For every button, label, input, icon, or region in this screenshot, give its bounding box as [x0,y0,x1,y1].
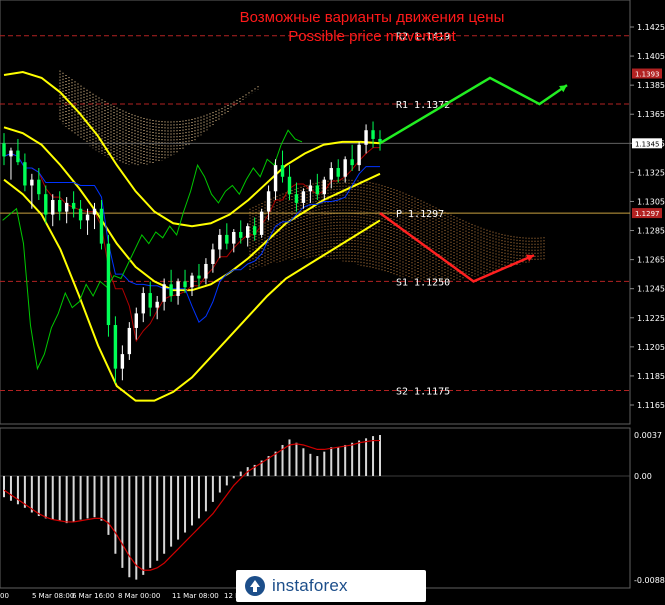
title-ru: Возможные варианты движения цены [240,9,505,26]
candle-body [252,226,257,235]
price-chart: R2 1.1419R1 1.1372P 1.1297S1 1.1250S2 1.… [0,0,665,600]
candle-body [225,234,229,244]
candle-body [315,185,320,195]
time-tick-label: 5 Mar 08:00 [32,592,74,600]
candle-body [134,313,138,328]
instaforex-logo-icon [245,576,265,596]
candle-body [301,191,306,203]
candle-body [336,168,340,177]
candle-body [343,159,347,177]
candle-body [357,144,361,166]
candle-body [106,243,111,326]
price-tick-label: 1.1305 [637,197,665,206]
candle-body [155,301,159,308]
time-axis: 00 5 Mar 08:006 Mar 16:00 8 Mar 00:00 11 Ma… [0,592,245,600]
candle-body [259,211,264,235]
candle-body [211,249,215,264]
price-tick-label: 1.1165 [637,401,665,410]
candle-body [78,208,83,221]
price-highlight-label: 1.1297 [635,210,660,218]
candle-body [232,231,236,244]
candle-body [16,150,20,163]
time-tick-label: 00 [0,592,9,600]
candle-body [64,202,69,212]
instaforex-logo: instaforex [236,570,426,602]
candle-body [294,194,299,203]
price-highlight-label: 1.1393 [635,71,660,79]
candle-body [92,208,97,215]
candle-body [44,194,48,215]
candle-body [197,275,201,279]
price-tick-label: 1.1385 [637,81,665,90]
candle-body [58,200,62,212]
candle-body [183,281,187,288]
candle-body [85,214,90,221]
candle-body [30,179,34,186]
candle-body [23,162,27,186]
candle-body [141,293,145,314]
level-label-p: P 1.1297 [396,209,444,220]
candle-body [37,179,41,195]
candle-body [266,191,271,212]
title-en: Possible price movement [288,28,456,45]
price-tick-label: 1.1285 [637,227,665,236]
candle-body [113,325,118,369]
oscillator-tick-label: -0.00883 [634,576,665,585]
candle-body [51,200,55,215]
candle-body [99,208,104,244]
candle-body [350,159,354,166]
oscillator-tick-label: 0.0037 [634,431,662,440]
price-tick-label: 1.1225 [637,314,665,323]
price-axis: 1.1425 1.1405 1.1385 1.1365 1.1345 1.1325 1.13… [630,23,665,410]
candle-body [322,179,326,195]
time-tick-label: 6 Mar 16:00 [72,592,114,600]
oscillator-tick-label: 0.00 [634,472,652,481]
time-tick-label: 8 Mar 00:00 [118,592,160,600]
candle-body [2,143,6,157]
price-tick-label: 1.1185 [637,372,665,381]
candle-body [364,130,368,145]
price-tick-label: 1.1405 [637,52,665,61]
candle-body [204,263,208,279]
candle-body [176,281,180,296]
candle-body [127,327,132,355]
price-tick-label: 1.1265 [637,256,665,265]
price-tick-label: 1.1425 [637,23,665,32]
candle-body [287,176,292,195]
candle-body [329,168,333,180]
price-tick-label: 1.1325 [637,168,665,177]
candle-body [371,130,375,139]
logo-text: instaforex [272,576,348,595]
price-tick-label: 1.1365 [637,110,665,119]
candle-body [246,226,250,238]
price-highlight-label: 1.1345 [635,140,660,148]
candle-body [308,185,313,192]
price-tick-label: 1.1205 [637,343,665,352]
level-label-s2: S2 1.1175 [396,386,450,397]
candle-body [280,165,285,177]
candle-body [273,165,278,192]
candle-body [71,202,76,209]
level-label-s1: S1 1.1250 [396,277,450,288]
candle-body [239,231,243,238]
price-tick-label: 1.1245 [637,285,665,294]
candle-body [9,150,13,157]
candle-body [148,293,152,308]
candle-body [218,234,222,250]
time-tick-label: 11 Mar 08:00 [172,592,219,600]
candle-body [120,354,125,369]
candle-body [162,284,166,302]
candle-body [190,275,194,288]
candle-body [169,284,173,296]
